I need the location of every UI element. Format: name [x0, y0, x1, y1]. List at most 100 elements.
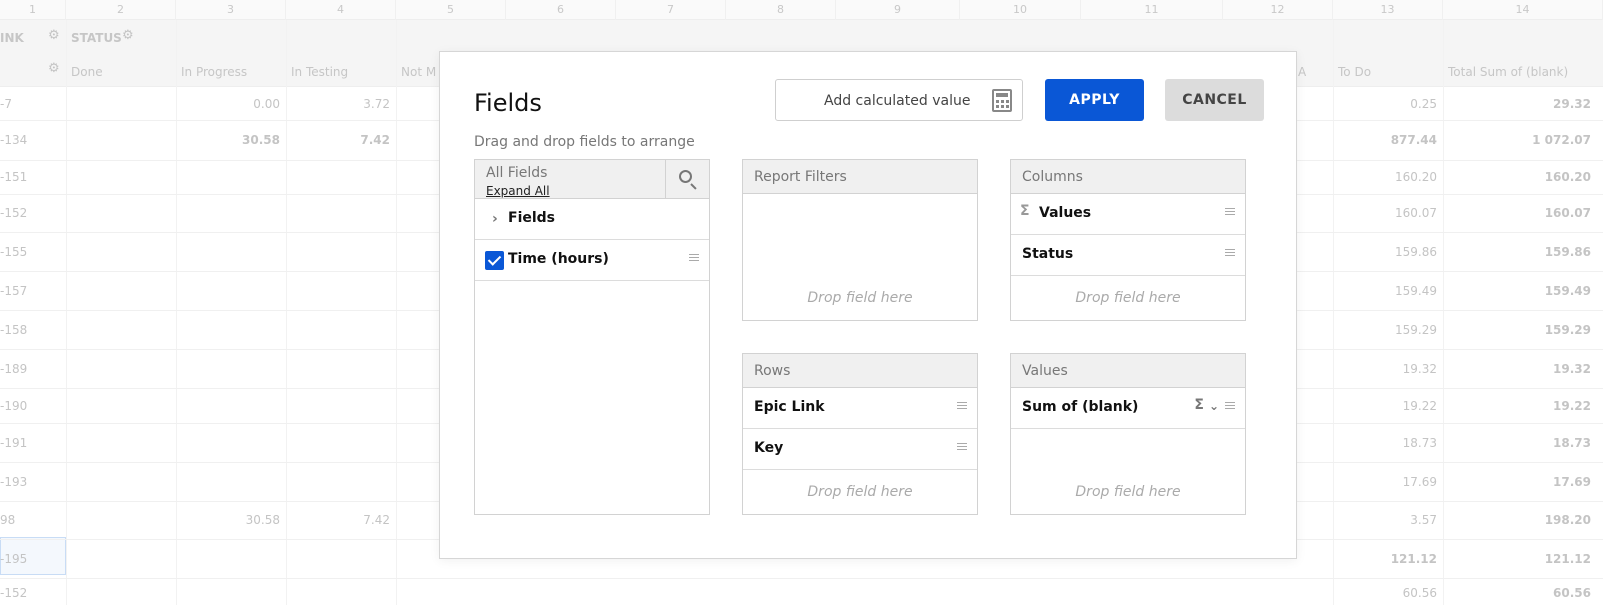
report-filters-panel: Report Filters Drop field here	[742, 159, 978, 321]
to-do-cell: 18.73	[1402, 436, 1437, 450]
to-do-cell: 159.29	[1395, 323, 1437, 337]
rows-drop-zone[interactable]: Drop field here	[743, 484, 977, 500]
total-cell: 159.86	[1544, 245, 1591, 259]
table-row: -152 60.56 60.56	[0, 579, 1603, 605]
values-drop-zone[interactable]: Drop field here	[1011, 484, 1245, 500]
all-fields-header: All Fields Expand All	[475, 160, 709, 199]
field-time-hours[interactable]: Time (hours)	[475, 240, 709, 281]
to-do-cell: 17.69	[1402, 475, 1437, 489]
to-do-cell: 19.22	[1402, 399, 1437, 413]
columns-header: Columns	[1011, 160, 1245, 194]
to-do-cell: 19.32	[1402, 362, 1437, 376]
drag-handle-icon[interactable]	[1225, 402, 1235, 410]
row-key-cell: -134	[0, 133, 28, 147]
to-do-cell: 160.07	[1395, 206, 1437, 220]
field-search-button[interactable]	[665, 160, 709, 199]
cancel-button[interactable]: CANCEL	[1165, 79, 1264, 121]
column-number: 4	[286, 0, 396, 20]
column-number: 8	[726, 0, 836, 20]
fields-dialog: Fields Drag and drop fields to arrange A…	[439, 51, 1297, 559]
to-do-cell: 160.20	[1395, 170, 1437, 184]
expand-all-link[interactable]: Expand All	[486, 184, 550, 198]
to-do-cell: 60.56	[1402, 586, 1437, 600]
rows-item-epic-link[interactable]: Epic Link	[743, 388, 977, 429]
column-number: 12	[1223, 0, 1333, 20]
total-cell: 60.56	[1553, 586, 1591, 600]
total-cell: 121.12	[1544, 552, 1591, 566]
total-cell: 17.69	[1553, 475, 1591, 489]
drag-handle-icon[interactable]	[957, 443, 967, 451]
add-calculated-value-button[interactable]: Add calculated value	[775, 79, 1023, 121]
chevron-down-icon[interactable]: ⌄	[1209, 399, 1219, 413]
total-cell: 160.20	[1544, 170, 1591, 184]
field-group-label: Fields	[508, 210, 556, 226]
gear-icon[interactable]: ⚙	[48, 61, 60, 76]
status-in-progress-header: In Progress	[181, 65, 248, 79]
column-number-header: 1 2 3 4 5 6 7 8 9 10 11 12 13 14	[0, 0, 1603, 20]
values-header: Values	[1011, 354, 1245, 388]
row-key-cell: -193	[0, 475, 28, 489]
in-progress-cell: 0.00	[253, 97, 280, 111]
dialog-title: Fields	[474, 89, 542, 117]
field-group-fields[interactable]: › Fields	[475, 199, 709, 240]
drag-handle-icon[interactable]	[1225, 249, 1235, 257]
values-item-sum-of-blank[interactable]: Sum of (blank) Σ ⌄	[1011, 388, 1245, 429]
row-key-cell: -195	[0, 552, 28, 566]
chevron-right-icon[interactable]: ›	[492, 211, 498, 227]
column-number: 5	[396, 0, 506, 20]
total-cell: 198.20	[1544, 513, 1591, 527]
search-icon	[679, 170, 692, 183]
total-cell: 1 072.07	[1532, 133, 1591, 147]
rows-item-label: Key	[754, 440, 784, 456]
sigma-icon: Σ	[1020, 203, 1030, 219]
row-key-cell: -191	[0, 436, 28, 450]
total-cell: 19.32	[1553, 362, 1591, 376]
dialog-subtitle: Drag and drop fields to arrange	[474, 134, 695, 150]
gear-icon[interactable]: ⚙	[48, 28, 60, 43]
rows-item-key[interactable]: Key	[743, 429, 977, 470]
row-key-cell: -158	[0, 323, 28, 337]
status-header: STATUS	[71, 31, 122, 45]
total-sum-header: Total Sum of (blank)	[1448, 65, 1569, 79]
columns-item-status[interactable]: Status	[1011, 235, 1245, 276]
status-in-testing-header: In Testing	[291, 65, 349, 79]
values-item-label: Sum of (blank)	[1022, 399, 1139, 415]
drag-handle-icon[interactable]	[689, 254, 699, 262]
row-key-cell: -7	[0, 97, 12, 111]
in-progress-cell: 30.58	[242, 133, 280, 147]
epic-link-header: INK	[0, 31, 24, 45]
to-do-cell: 159.49	[1395, 284, 1437, 298]
report-filters-drop-zone[interactable]: Drop field here	[743, 290, 977, 306]
apply-button[interactable]: APPLY	[1045, 79, 1144, 121]
to-do-cell: 0.25	[1410, 97, 1437, 111]
row-key-cell: -190	[0, 399, 28, 413]
field-checkbox[interactable]	[485, 251, 504, 270]
report-filters-header: Report Filters	[743, 160, 977, 194]
calculator-icon	[992, 89, 1012, 112]
gear-icon[interactable]: ⚙	[122, 28, 134, 43]
to-do-cell: 3.57	[1410, 513, 1437, 527]
columns-item-values[interactable]: Σ Values	[1011, 194, 1245, 235]
total-cell: 160.07	[1544, 206, 1591, 220]
column-number: 13	[1333, 0, 1443, 20]
drag-handle-icon[interactable]	[957, 402, 967, 410]
columns-item-label: Values	[1039, 205, 1092, 221]
row-key-cell: -151	[0, 170, 28, 184]
in-testing-cell: 3.72	[363, 97, 390, 111]
to-do-cell: 159.86	[1395, 245, 1437, 259]
in-testing-cell: 7.42	[360, 133, 390, 147]
total-cell: 29.32	[1553, 97, 1591, 111]
column-number: 1	[0, 0, 66, 20]
column-number: 3	[176, 0, 286, 20]
drag-handle-icon[interactable]	[1225, 208, 1235, 216]
columns-item-label: Status	[1022, 246, 1074, 262]
status-header-row: INK ⚙ STATUS ⚙	[0, 20, 1603, 54]
row-key-cell: -152	[0, 206, 28, 220]
add-calculated-value-label: Add calculated value	[824, 93, 971, 109]
in-progress-cell: 30.58	[245, 513, 280, 527]
column-number: 6	[506, 0, 616, 20]
sigma-icon[interactable]: Σ	[1194, 397, 1204, 413]
row-key-cell: -152	[0, 586, 28, 600]
status-a-header: A	[1298, 65, 1307, 79]
columns-drop-zone[interactable]: Drop field here	[1011, 290, 1245, 306]
